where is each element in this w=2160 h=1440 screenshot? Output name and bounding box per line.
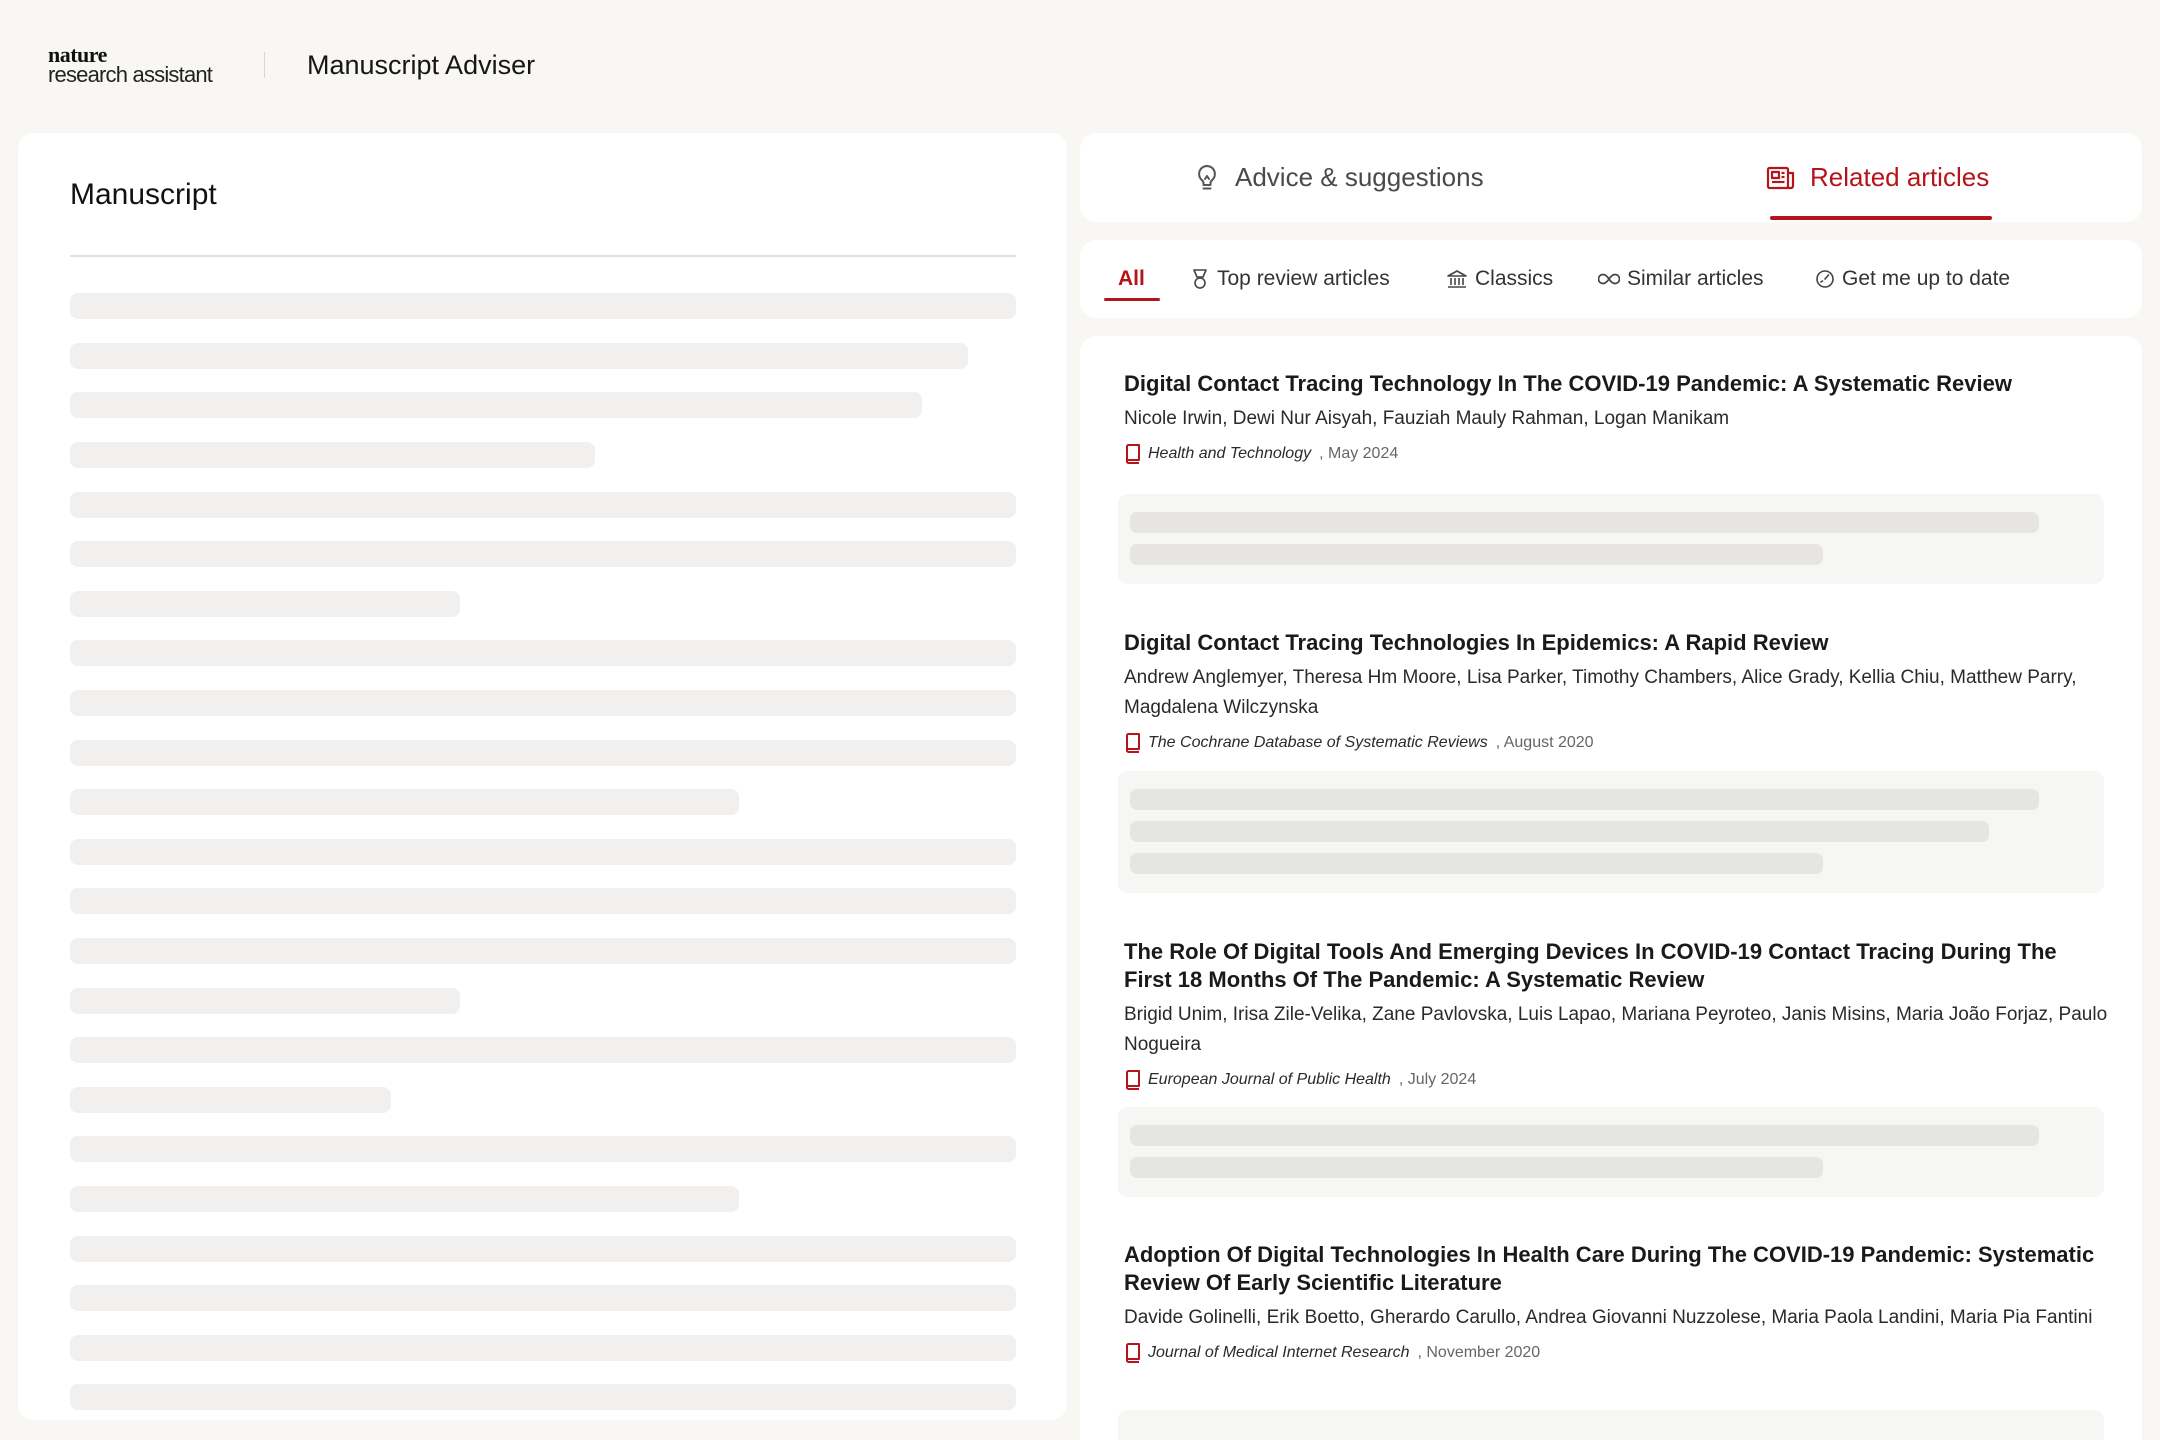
article-item[interactable]: Digital Contact Tracing Technologies In … xyxy=(1124,629,2110,757)
article-meta: Journal of Medical Internet Research , N… xyxy=(1124,1339,2110,1367)
article-item[interactable]: Adoption Of Digital Technologies In Heal… xyxy=(1124,1241,2110,1367)
skeleton-line xyxy=(1130,821,1989,842)
skeleton-line xyxy=(1130,1125,2039,1146)
skeleton-line xyxy=(70,1037,1016,1063)
filter-all[interactable]: All xyxy=(1118,240,1145,318)
manuscript-divider xyxy=(70,255,1016,257)
article-title[interactable]: The Role Of Digital Tools And Emerging D… xyxy=(1124,938,2110,994)
filter-label: Get me up to date xyxy=(1842,267,2011,290)
skeleton-line xyxy=(1130,512,2039,533)
tab-related-articles[interactable]: Related articles xyxy=(1766,133,1989,222)
article-authors: Davide Golinelli, Erik Boetto, Gherardo … xyxy=(1124,1307,2093,1328)
article-title[interactable]: Adoption Of Digital Technologies In Heal… xyxy=(1124,1241,2110,1297)
related-articles-list: Digital Contact Tracing Technology In Th… xyxy=(1080,336,2142,1440)
lightbulb-icon xyxy=(1193,163,1221,193)
article-meta: The Cochrane Database of Systematic Revi… xyxy=(1124,729,2110,757)
filter-label: Top review articles xyxy=(1217,267,1390,290)
tab-advice-suggestions[interactable]: Advice & suggestions xyxy=(1193,133,1484,222)
skeleton-line xyxy=(70,1236,1016,1262)
book-icon xyxy=(1124,732,1142,754)
article-date: , August 2020 xyxy=(1495,734,1594,751)
skeleton-line xyxy=(70,740,1016,766)
skeleton-line xyxy=(70,541,1016,567)
article-date: , May 2024 xyxy=(1319,445,1399,462)
medal-icon xyxy=(1190,268,1210,290)
skeleton-line xyxy=(70,1136,1016,1162)
manuscript-panel: Manuscript xyxy=(18,133,1067,1420)
active-filter-indicator xyxy=(1104,298,1160,301)
skeleton-line xyxy=(1130,1157,1823,1178)
skeleton-line xyxy=(70,591,460,617)
main-tabs: Advice & suggestions Related articles xyxy=(1080,133,2142,222)
filter-top-review-articles[interactable]: Top review articles xyxy=(1190,240,1390,318)
filter-label: Classics xyxy=(1475,267,1554,290)
article-item[interactable]: The Role Of Digital Tools And Emerging D… xyxy=(1124,938,2110,1094)
skeleton-line xyxy=(70,1384,1016,1410)
book-icon xyxy=(1124,1342,1142,1364)
abstract-placeholder xyxy=(1118,1107,2104,1197)
abstract-placeholder xyxy=(1118,771,2104,893)
filter-classics[interactable]: Classics xyxy=(1446,240,1553,318)
article-title[interactable]: Digital Contact Tracing Technologies In … xyxy=(1124,629,2110,657)
skeleton-line xyxy=(70,343,968,369)
app-title: Manuscript Adviser xyxy=(307,50,536,80)
article-meta: Health and Technology , May 2024 xyxy=(1124,440,2110,468)
skeleton-line xyxy=(70,888,1016,914)
newspaper-icon xyxy=(1766,165,1796,191)
filter-label: All xyxy=(1118,267,1145,290)
abstract-placeholder xyxy=(1118,1410,2104,1440)
article-journal: Health and Technology xyxy=(1148,445,1312,462)
skeleton-line xyxy=(70,690,1016,716)
article-authors: Brigid Unim, Irisa Zile-Velika, Zane Pav… xyxy=(1124,1004,2108,1055)
gauge-icon xyxy=(1815,269,1835,289)
skeleton-line xyxy=(70,988,460,1014)
article-journal: Journal of Medical Internet Research xyxy=(1148,1344,1410,1361)
header-divider xyxy=(264,52,265,78)
skeleton-line xyxy=(70,839,1016,865)
book-icon xyxy=(1124,443,1142,465)
columns-building-icon xyxy=(1446,269,1468,289)
skeleton-line xyxy=(70,1087,391,1113)
article-date: , July 2024 xyxy=(1398,1071,1477,1088)
article-date: , November 2020 xyxy=(1417,1344,1541,1361)
skeleton-line xyxy=(70,789,739,815)
article-item[interactable]: Digital Contact Tracing Technology In Th… xyxy=(1124,370,2110,468)
skeleton-line xyxy=(70,293,1016,319)
infinity-icon xyxy=(1598,272,1620,286)
skeleton-line xyxy=(70,392,922,418)
filter-label: Similar articles xyxy=(1627,267,1764,290)
filter-get-me-up-to-date[interactable]: Get me up to date xyxy=(1815,240,2010,318)
skeleton-line xyxy=(70,442,595,468)
skeleton-line xyxy=(70,938,1016,964)
active-tab-indicator xyxy=(1770,216,1992,220)
filter-similar-articles[interactable]: Similar articles xyxy=(1598,240,1764,318)
logo-line-2: research assistant xyxy=(48,62,213,87)
skeleton-line xyxy=(70,1186,739,1212)
skeleton-line xyxy=(70,1285,1016,1311)
nature-research-assistant-logo[interactable]: nature research assistant xyxy=(48,44,213,87)
manuscript-title: Manuscript xyxy=(70,178,217,211)
tab-label: Advice & suggestions xyxy=(1235,162,1484,192)
skeleton-line xyxy=(1130,544,1823,565)
article-journal: European Journal of Public Health xyxy=(1148,1071,1391,1088)
article-authors: Andrew Anglemyer, Theresa Hm Moore, Lisa… xyxy=(1124,667,2077,718)
skeleton-line xyxy=(70,640,1016,666)
article-filters: All Top review articles Classics Similar… xyxy=(1080,240,2142,318)
article-journal: The Cochrane Database of Systematic Revi… xyxy=(1148,734,1488,751)
skeleton-line xyxy=(70,1335,1016,1361)
app-header: nature research assistant Manuscript Adv… xyxy=(0,0,2160,132)
skeleton-line xyxy=(1130,789,2039,810)
abstract-placeholder xyxy=(1118,494,2104,584)
article-meta: European Journal of Public Health , July… xyxy=(1124,1066,2110,1094)
tab-label: Related articles xyxy=(1810,162,1990,192)
article-authors: Nicole Irwin, Dewi Nur Aisyah, Fauziah M… xyxy=(1124,408,1730,429)
skeleton-line xyxy=(1130,853,1823,874)
book-icon xyxy=(1124,1069,1142,1091)
skeleton-line xyxy=(70,492,1016,518)
article-title[interactable]: Digital Contact Tracing Technology In Th… xyxy=(1124,370,2110,398)
